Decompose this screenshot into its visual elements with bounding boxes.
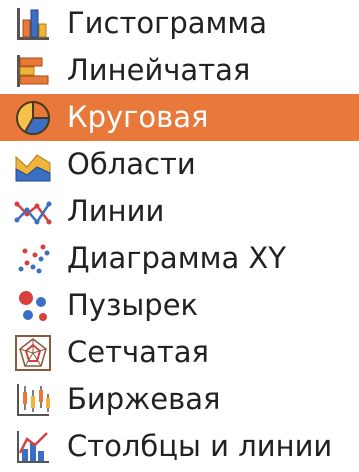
column-and-line-chart-icon [11,427,55,467]
chart-type-item-net[interactable]: Сетчатая [0,329,359,376]
bar-chart-icon [11,51,55,91]
chart-type-label: Сетчатая [67,335,209,369]
area-chart-icon [11,145,55,185]
chart-type-label: Круговая [67,100,209,134]
chart-type-label: Пузырек [67,288,199,322]
stock-chart-icon [11,380,55,420]
net-chart-icon [11,333,55,373]
chart-type-item-column-line[interactable]: Столбцы и линии [0,423,359,470]
chart-type-item-area[interactable]: Области [0,141,359,188]
chart-type-item-lines[interactable]: Линии [0,188,359,235]
line-chart-icon [11,192,55,232]
chart-type-item-pie[interactable]: Круговая [0,94,359,141]
bubble-chart-icon [11,286,55,326]
pie-chart-icon [11,98,55,138]
chart-type-label: Диаграмма XY [67,241,287,275]
chart-type-label: Биржевая [67,382,221,416]
chart-type-label: Гистограмма [67,6,268,40]
chart-type-item-bubble[interactable]: Пузырек [0,282,359,329]
chart-type-item-column[interactable]: Гистограмма [0,0,359,47]
chart-type-list: Гистограмма Линейчатая Круговая Области … [0,0,359,472]
chart-type-item-xy[interactable]: Диаграмма XY [0,235,359,282]
chart-type-label: Области [67,147,196,181]
chart-type-label: Столбцы и линии [67,429,333,463]
column-chart-icon [11,4,55,44]
chart-type-label: Линии [67,194,165,228]
chart-type-item-stock[interactable]: Биржевая [0,376,359,423]
chart-type-label: Линейчатая [67,53,251,87]
xy-scatter-chart-icon [11,239,55,279]
chart-type-item-bar[interactable]: Линейчатая [0,47,359,94]
